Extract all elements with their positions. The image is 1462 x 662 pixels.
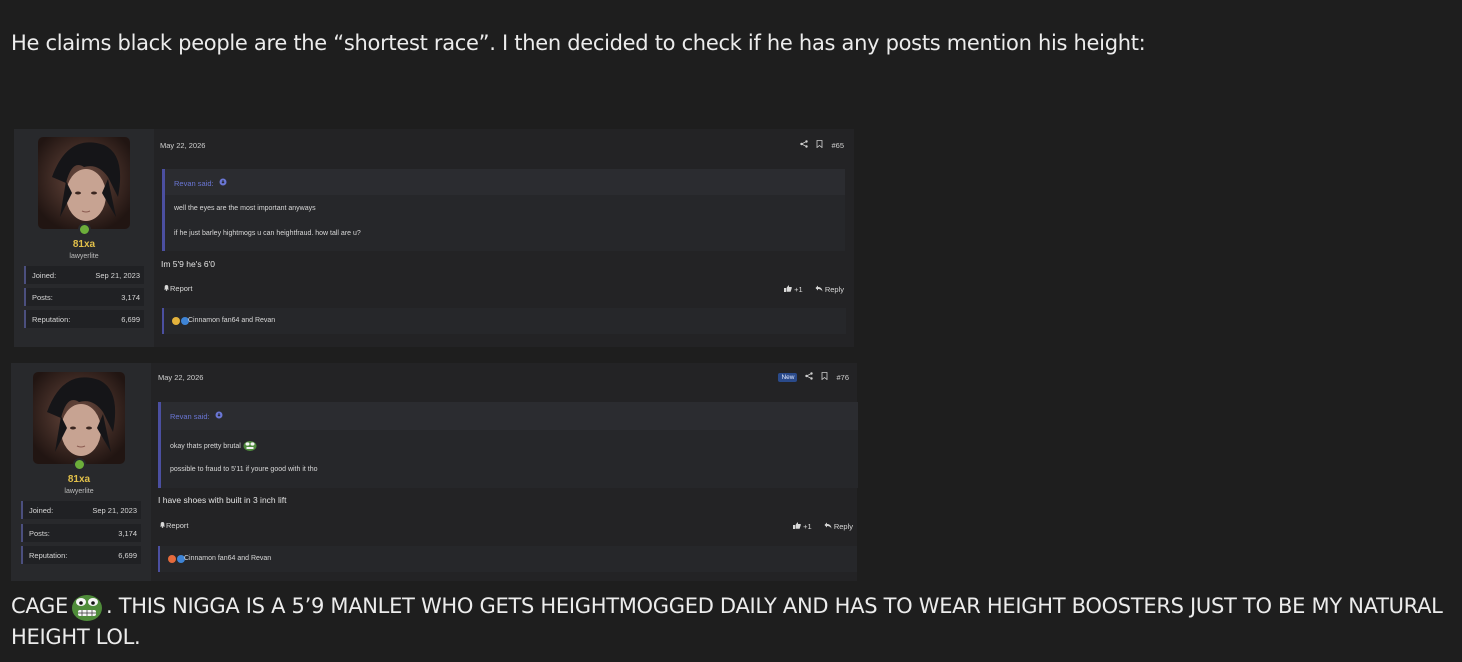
intro-text: He claims black people are the “shortest…: [11, 31, 1146, 55]
like-count: +1: [794, 285, 803, 294]
username[interactable]: 81xa: [9, 474, 149, 485]
stat-joined: Joined: Sep 21, 2023: [24, 266, 144, 284]
post-header-actions: #65: [800, 140, 844, 150]
forum-post-screenshot-1: 81xa lawyerlite Joined: Sep 21, 2023 Post…: [14, 129, 854, 347]
outro-text-rest: . THIS NIGGA IS A 5’9 MANLET WHO GETS HE…: [11, 594, 1443, 649]
post-body-pane: May 22, 2026 New #76 Revan said: okay th…: [151, 363, 858, 581]
report-label[interactable]: Report: [170, 284, 193, 293]
post-header-actions: New #76: [778, 372, 849, 382]
post-number-link[interactable]: #76: [836, 373, 849, 382]
info-circle-icon: [215, 411, 223, 421]
pepe-emoji-icon: [70, 592, 104, 622]
quote-content: okay thats pretty brutal possible to fra…: [161, 430, 858, 488]
bell-icon: [163, 284, 170, 293]
stat-label: Posts:: [32, 293, 53, 302]
post-footer-actions: +1 Reply: [793, 522, 853, 531]
reply-label[interactable]: Reply: [834, 522, 853, 531]
bookmark-icon[interactable]: [816, 140, 823, 150]
new-badge: New: [778, 372, 798, 382]
quote-author[interactable]: Revan said:: [170, 411, 223, 421]
post-footer-actions: +1 Reply: [784, 285, 844, 294]
laughing-reaction-icon: [172, 317, 180, 325]
quote-line-text: okay thats pretty brutal: [170, 443, 241, 450]
outro-text-start: CAGE: [11, 594, 69, 618]
post-date[interactable]: May 22, 2026: [158, 373, 203, 382]
share-icon[interactable]: [805, 372, 814, 382]
stat-reputation: Reputation: 6,699: [24, 310, 144, 328]
stat-label: Reputation:: [32, 315, 71, 324]
stat-value: 3,174: [121, 293, 140, 302]
report-button[interactable]: Report: [159, 521, 189, 530]
post-message: I have shoes with built in 3 inch lift: [158, 495, 287, 505]
reply-button[interactable]: Reply: [824, 522, 853, 531]
stat-label: Posts:: [29, 529, 50, 538]
stat-label: Reputation:: [29, 551, 68, 560]
reply-arrow-icon: [824, 522, 832, 531]
bell-icon: [159, 521, 166, 530]
thumbs-up-icon: [793, 522, 801, 531]
like-count: +1: [803, 522, 812, 531]
share-icon[interactable]: [800, 140, 809, 150]
forum-post-screenshot-2: 81xa lawyerlite Joined: Sep 21, 2023 Post…: [11, 363, 858, 581]
quote-line: well the eyes are the most important any…: [174, 205, 316, 212]
pepe-emoji-icon: [243, 440, 257, 453]
reactions-text[interactable]: Cinnamon fan64 and Revan: [184, 555, 271, 562]
post-date[interactable]: May 22, 2026: [160, 141, 205, 150]
report-label[interactable]: Report: [166, 521, 189, 530]
heart-eyes-reaction-icon: [168, 555, 176, 563]
user-title: lawyerlite: [69, 253, 99, 260]
stat-posts: Posts: 3,174: [21, 524, 141, 542]
quote-block: Revan said: well the eyes are the most i…: [162, 169, 845, 251]
post-message: Im 5'9 he's 6'0: [161, 259, 216, 269]
quote-line: possible to fraud to 5'11 if youre good …: [170, 466, 318, 473]
user-title: lawyerlite: [64, 488, 94, 495]
stat-reputation: Reputation: 6,699: [21, 546, 141, 564]
stat-value: Sep 21, 2023: [92, 506, 137, 515]
reactions-bar[interactable]: Cinnamon fan64 and Revan: [162, 308, 846, 334]
quote-block: Revan said: okay thats pretty brutal pos…: [158, 402, 858, 488]
stat-joined: Joined: Sep 21, 2023: [21, 501, 141, 519]
reactions-bar[interactable]: Cinnamon fan64 and Revan: [158, 546, 857, 572]
quote-line: if he just barley hightmogs u can height…: [174, 230, 361, 237]
stat-value: 6,699: [121, 315, 140, 324]
like-button[interactable]: +1: [784, 285, 803, 294]
reply-button[interactable]: Reply: [815, 285, 844, 294]
avatar: [33, 372, 125, 464]
quote-content: well the eyes are the most important any…: [165, 195, 845, 251]
reactions-text[interactable]: Cinnamon fan64 and Revan: [188, 317, 275, 324]
quote-author-label[interactable]: Revan said:: [174, 179, 214, 188]
stat-posts: Posts: 3,174: [24, 288, 144, 306]
reply-arrow-icon: [815, 285, 823, 294]
user-info-pane: 81xa lawyerlite Joined: Sep 21, 2023 Post…: [14, 129, 154, 347]
username[interactable]: 81xa: [14, 239, 154, 250]
quote-author[interactable]: Revan said:: [174, 178, 227, 188]
stat-value: Sep 21, 2023: [95, 271, 140, 280]
info-circle-icon: [219, 178, 227, 188]
online-status-dot: [73, 458, 86, 471]
reply-label[interactable]: Reply: [825, 285, 844, 294]
user-info-pane: 81xa lawyerlite Joined: Sep 21, 2023 Post…: [11, 363, 151, 581]
quote-author-label[interactable]: Revan said:: [170, 412, 210, 421]
post-body-pane: May 22, 2026 #65 Revan said: well the ey…: [154, 129, 854, 347]
stat-label: Joined:: [29, 506, 54, 515]
like-button[interactable]: +1: [793, 522, 812, 531]
stat-label: Joined:: [32, 271, 57, 280]
bookmark-icon[interactable]: [821, 372, 828, 382]
report-button[interactable]: Report: [163, 284, 193, 293]
quote-line: okay thats pretty brutal: [170, 440, 257, 453]
thumbs-up-icon: [784, 285, 792, 294]
online-status-dot: [78, 223, 91, 236]
avatar: [38, 137, 130, 229]
stat-value: 3,174: [118, 529, 137, 538]
stat-value: 6,699: [118, 551, 137, 560]
outro-text: CAGE . THIS NIGGA IS A 5’9 MANLET WHO GE…: [11, 591, 1451, 653]
post-number-link[interactable]: #65: [831, 141, 844, 150]
